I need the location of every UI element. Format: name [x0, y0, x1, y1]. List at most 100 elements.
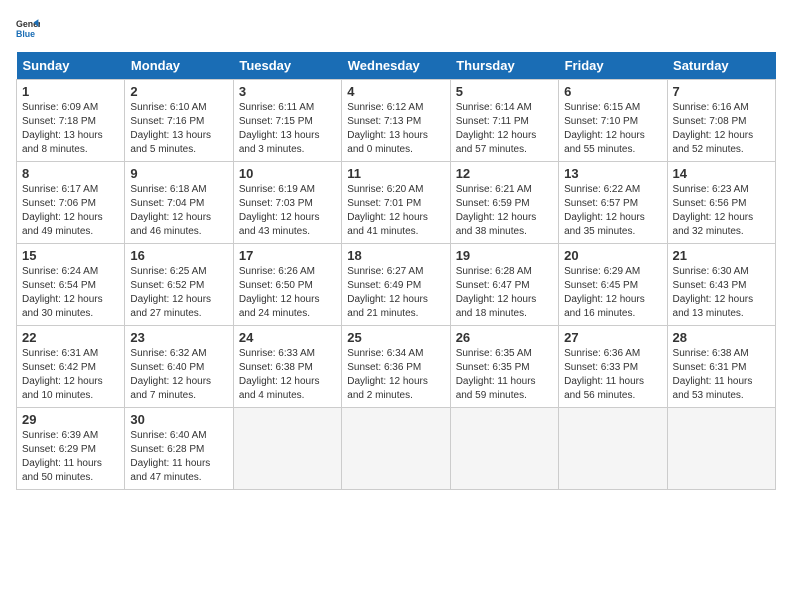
cell-info: Sunrise: 6:28 AM Sunset: 6:47 PM Dayligh… [456, 265, 553, 321]
cell-info: Sunrise: 6:34 AM Sunset: 6:36 PM Dayligh… [347, 347, 444, 403]
cell-info: Sunrise: 6:40 AM Sunset: 6:28 PM Dayligh… [130, 429, 227, 485]
calendar-cell: 21 Sunrise: 6:30 AM Sunset: 6:43 PM Dayl… [667, 244, 775, 326]
calendar-cell: 23 Sunrise: 6:32 AM Sunset: 6:40 PM Dayl… [125, 326, 233, 408]
column-header-sunday: Sunday [17, 52, 125, 80]
calendar-cell: 4 Sunrise: 6:12 AM Sunset: 7:13 PM Dayli… [342, 80, 450, 162]
calendar-cell: 30 Sunrise: 6:40 AM Sunset: 6:28 PM Dayl… [125, 408, 233, 490]
calendar-cell: 6 Sunrise: 6:15 AM Sunset: 7:10 PM Dayli… [559, 80, 667, 162]
cell-info: Sunrise: 6:11 AM Sunset: 7:15 PM Dayligh… [239, 101, 336, 157]
day-number: 30 [130, 412, 227, 427]
calendar-cell: 10 Sunrise: 6:19 AM Sunset: 7:03 PM Dayl… [233, 162, 341, 244]
calendar-cell: 1 Sunrise: 6:09 AM Sunset: 7:18 PM Dayli… [17, 80, 125, 162]
day-number: 20 [564, 248, 661, 263]
calendar-table: SundayMondayTuesdayWednesdayThursdayFrid… [16, 52, 776, 490]
calendar-cell [450, 408, 558, 490]
day-number: 7 [673, 84, 770, 99]
column-header-saturday: Saturday [667, 52, 775, 80]
day-number: 10 [239, 166, 336, 181]
cell-info: Sunrise: 6:21 AM Sunset: 6:59 PM Dayligh… [456, 183, 553, 239]
calendar-cell: 14 Sunrise: 6:23 AM Sunset: 6:56 PM Dayl… [667, 162, 775, 244]
cell-info: Sunrise: 6:27 AM Sunset: 6:49 PM Dayligh… [347, 265, 444, 321]
logo-icon: General Blue [16, 16, 40, 40]
calendar-cell: 20 Sunrise: 6:29 AM Sunset: 6:45 PM Dayl… [559, 244, 667, 326]
day-number: 12 [456, 166, 553, 181]
cell-info: Sunrise: 6:36 AM Sunset: 6:33 PM Dayligh… [564, 347, 661, 403]
day-number: 17 [239, 248, 336, 263]
calendar-cell: 17 Sunrise: 6:26 AM Sunset: 6:50 PM Dayl… [233, 244, 341, 326]
cell-info: Sunrise: 6:32 AM Sunset: 6:40 PM Dayligh… [130, 347, 227, 403]
day-number: 26 [456, 330, 553, 345]
calendar-cell: 8 Sunrise: 6:17 AM Sunset: 7:06 PM Dayli… [17, 162, 125, 244]
cell-info: Sunrise: 6:30 AM Sunset: 6:43 PM Dayligh… [673, 265, 770, 321]
cell-info: Sunrise: 6:16 AM Sunset: 7:08 PM Dayligh… [673, 101, 770, 157]
day-number: 11 [347, 166, 444, 181]
svg-text:Blue: Blue [16, 29, 35, 39]
calendar-cell: 9 Sunrise: 6:18 AM Sunset: 7:04 PM Dayli… [125, 162, 233, 244]
cell-info: Sunrise: 6:09 AM Sunset: 7:18 PM Dayligh… [22, 101, 119, 157]
cell-info: Sunrise: 6:18 AM Sunset: 7:04 PM Dayligh… [130, 183, 227, 239]
day-number: 8 [22, 166, 119, 181]
column-header-tuesday: Tuesday [233, 52, 341, 80]
day-number: 25 [347, 330, 444, 345]
cell-info: Sunrise: 6:24 AM Sunset: 6:54 PM Dayligh… [22, 265, 119, 321]
calendar-cell: 24 Sunrise: 6:33 AM Sunset: 6:38 PM Dayl… [233, 326, 341, 408]
day-number: 29 [22, 412, 119, 427]
day-number: 1 [22, 84, 119, 99]
calendar-cell: 28 Sunrise: 6:38 AM Sunset: 6:31 PM Dayl… [667, 326, 775, 408]
day-number: 21 [673, 248, 770, 263]
cell-info: Sunrise: 6:25 AM Sunset: 6:52 PM Dayligh… [130, 265, 227, 321]
day-number: 5 [456, 84, 553, 99]
cell-info: Sunrise: 6:29 AM Sunset: 6:45 PM Dayligh… [564, 265, 661, 321]
calendar-cell: 7 Sunrise: 6:16 AM Sunset: 7:08 PM Dayli… [667, 80, 775, 162]
column-header-friday: Friday [559, 52, 667, 80]
cell-info: Sunrise: 6:33 AM Sunset: 6:38 PM Dayligh… [239, 347, 336, 403]
calendar-cell: 18 Sunrise: 6:27 AM Sunset: 6:49 PM Dayl… [342, 244, 450, 326]
calendar-cell: 5 Sunrise: 6:14 AM Sunset: 7:11 PM Dayli… [450, 80, 558, 162]
calendar-cell: 13 Sunrise: 6:22 AM Sunset: 6:57 PM Dayl… [559, 162, 667, 244]
calendar-cell: 16 Sunrise: 6:25 AM Sunset: 6:52 PM Dayl… [125, 244, 233, 326]
day-number: 2 [130, 84, 227, 99]
calendar-cell: 15 Sunrise: 6:24 AM Sunset: 6:54 PM Dayl… [17, 244, 125, 326]
cell-info: Sunrise: 6:22 AM Sunset: 6:57 PM Dayligh… [564, 183, 661, 239]
day-number: 28 [673, 330, 770, 345]
cell-info: Sunrise: 6:14 AM Sunset: 7:11 PM Dayligh… [456, 101, 553, 157]
day-number: 13 [564, 166, 661, 181]
calendar-cell: 22 Sunrise: 6:31 AM Sunset: 6:42 PM Dayl… [17, 326, 125, 408]
calendar-cell [559, 408, 667, 490]
cell-info: Sunrise: 6:39 AM Sunset: 6:29 PM Dayligh… [22, 429, 119, 485]
calendar-cell: 29 Sunrise: 6:39 AM Sunset: 6:29 PM Dayl… [17, 408, 125, 490]
day-number: 19 [456, 248, 553, 263]
logo: General Blue [16, 16, 44, 40]
cell-info: Sunrise: 6:26 AM Sunset: 6:50 PM Dayligh… [239, 265, 336, 321]
cell-info: Sunrise: 6:15 AM Sunset: 7:10 PM Dayligh… [564, 101, 661, 157]
day-number: 9 [130, 166, 227, 181]
calendar-cell: 25 Sunrise: 6:34 AM Sunset: 6:36 PM Dayl… [342, 326, 450, 408]
day-number: 15 [22, 248, 119, 263]
day-number: 16 [130, 248, 227, 263]
cell-info: Sunrise: 6:20 AM Sunset: 7:01 PM Dayligh… [347, 183, 444, 239]
cell-info: Sunrise: 6:35 AM Sunset: 6:35 PM Dayligh… [456, 347, 553, 403]
calendar-cell: 3 Sunrise: 6:11 AM Sunset: 7:15 PM Dayli… [233, 80, 341, 162]
column-header-thursday: Thursday [450, 52, 558, 80]
calendar-cell [342, 408, 450, 490]
day-number: 14 [673, 166, 770, 181]
cell-info: Sunrise: 6:10 AM Sunset: 7:16 PM Dayligh… [130, 101, 227, 157]
calendar-cell: 27 Sunrise: 6:36 AM Sunset: 6:33 PM Dayl… [559, 326, 667, 408]
cell-info: Sunrise: 6:17 AM Sunset: 7:06 PM Dayligh… [22, 183, 119, 239]
calendar-cell: 26 Sunrise: 6:35 AM Sunset: 6:35 PM Dayl… [450, 326, 558, 408]
calendar-cell: 11 Sunrise: 6:20 AM Sunset: 7:01 PM Dayl… [342, 162, 450, 244]
day-number: 27 [564, 330, 661, 345]
day-number: 24 [239, 330, 336, 345]
page-header: General Blue [16, 16, 776, 40]
day-number: 6 [564, 84, 661, 99]
column-header-wednesday: Wednesday [342, 52, 450, 80]
calendar-cell: 19 Sunrise: 6:28 AM Sunset: 6:47 PM Dayl… [450, 244, 558, 326]
day-number: 23 [130, 330, 227, 345]
calendar-cell: 12 Sunrise: 6:21 AM Sunset: 6:59 PM Dayl… [450, 162, 558, 244]
calendar-cell [667, 408, 775, 490]
day-number: 4 [347, 84, 444, 99]
cell-info: Sunrise: 6:31 AM Sunset: 6:42 PM Dayligh… [22, 347, 119, 403]
day-number: 3 [239, 84, 336, 99]
cell-info: Sunrise: 6:38 AM Sunset: 6:31 PM Dayligh… [673, 347, 770, 403]
day-number: 18 [347, 248, 444, 263]
